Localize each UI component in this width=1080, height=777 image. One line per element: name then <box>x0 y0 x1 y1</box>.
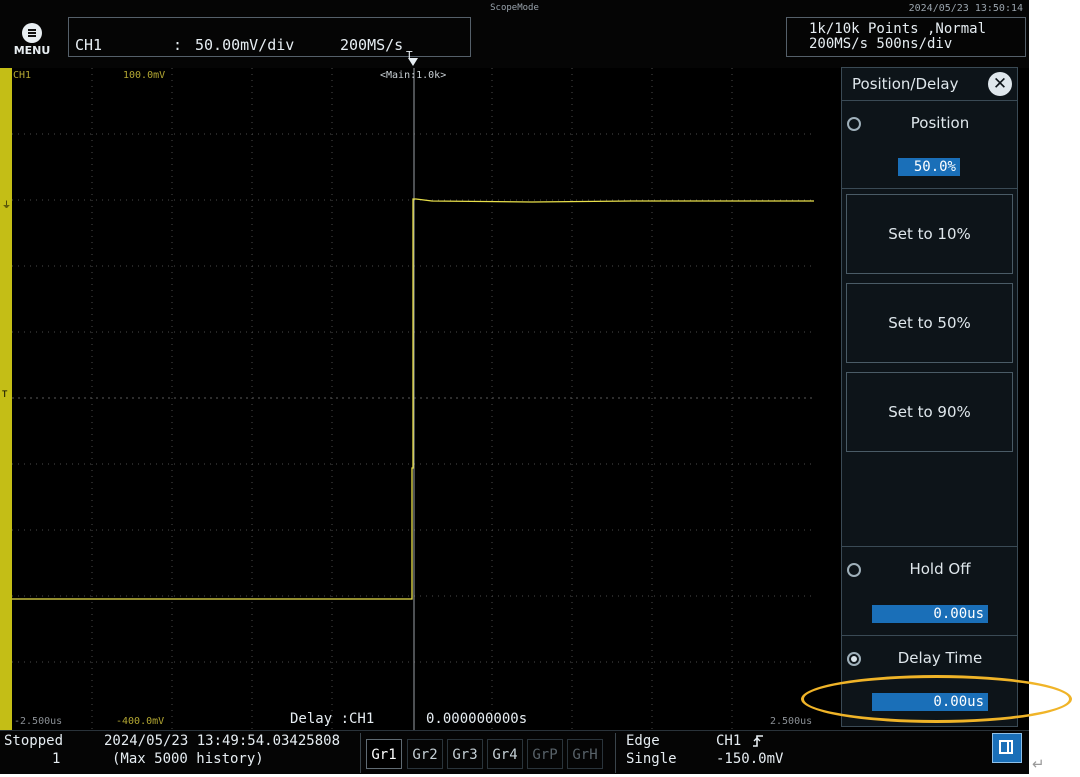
return-arrow-icon: ↵ <box>1032 755 1045 773</box>
grid-channel-label: CH1 <box>13 70 32 81</box>
delay-value: 0.000000000s <box>426 711 528 727</box>
rising-edge-icon <box>753 735 763 747</box>
ground-level-icon: ⏚ <box>2 201 12 211</box>
waveform-grid[interactable] <box>12 68 814 730</box>
position-value[interactable]: 50.0% <box>898 158 960 176</box>
set-to-90-button[interactable]: Set to 90% <box>846 372 1013 452</box>
set-to-10-button[interactable]: Set to 10% <box>846 194 1013 274</box>
group-tab-p[interactable]: GrP <box>527 739 563 769</box>
trigger-type[interactable]: Edge <box>626 733 660 749</box>
main-window-label: <Main:1.0k> <box>380 70 447 81</box>
trigger-arrow-icon <box>408 58 418 66</box>
volts-per-div: 50.00mV/div <box>195 36 295 54</box>
trigger-source: CH1 <box>716 733 742 749</box>
top-bar: ScopeMode 2024/05/23 13:50:14 MENU CH1 :… <box>0 0 1029 68</box>
position-radio[interactable] <box>847 117 861 131</box>
waveform-trace <box>12 198 814 600</box>
datetime: 2024/05/23 13:50:14 <box>908 3 1023 14</box>
acq-line-2: 200MS/s 500ns/div <box>809 36 953 52</box>
delay-time-label: Delay Time <box>897 649 983 667</box>
holdoff-radio[interactable] <box>847 563 861 577</box>
group-tab-3[interactable]: Gr3 <box>447 739 483 769</box>
position-delay-panel: Position/Delay ✕ Position 50.0% Set to 1… <box>841 67 1018 727</box>
holdoff-section[interactable]: Hold Off 0.00us <box>842 547 1017 636</box>
acq-line-1: 1k/10k Points ,Normal <box>809 21 987 37</box>
channel-colon: : <box>173 36 183 54</box>
position-section[interactable]: Position 50.0% <box>842 101 1017 189</box>
sample-rate: 200MS/s <box>340 36 404 54</box>
oscilloscope-screen: ScopeMode 2024/05/23 13:50:14 MENU CH1 :… <box>0 0 1029 774</box>
set-to-50-button[interactable]: Set to 50% <box>846 283 1013 363</box>
menu-icon <box>22 23 42 43</box>
channel-name: CH1 <box>75 36 103 54</box>
trigger-level-icon: T <box>2 390 8 400</box>
group-tab-4[interactable]: Gr4 <box>487 739 523 769</box>
run-status[interactable]: Stopped <box>4 733 63 749</box>
empty-section <box>842 458 1017 547</box>
group-tab-h[interactable]: GrH <box>567 739 603 769</box>
menu-button[interactable]: MENU <box>10 23 54 61</box>
holdoff-value[interactable]: 0.00us <box>872 605 988 623</box>
panel-header: Position/Delay ✕ <box>842 68 1017 101</box>
panel-toggle-icon[interactable] <box>992 733 1022 763</box>
trigger-mode[interactable]: Single <box>626 751 677 767</box>
status-bar: Stopped 1 2024/05/23 13:49:54.03425808 (… <box>0 730 1029 774</box>
annotation-highlight-ellipse <box>801 675 1072 723</box>
mode-title: ScopeMode <box>490 3 539 13</box>
panel-title: Position/Delay <box>852 75 959 93</box>
grid-scale-label: 100.0mV <box>123 70 166 81</box>
group-tab-2[interactable]: Gr2 <box>407 739 443 769</box>
acquisition-timestamp: 2024/05/23 13:49:54.03425808 <box>104 733 341 749</box>
left-time-label: -2.500us <box>14 716 63 727</box>
delay-label: Delay :CH1 <box>290 711 375 727</box>
bottom-voltage-label: -400.0mV <box>116 716 165 727</box>
acquisition-settings[interactable]: 1k/10k Points ,Normal 200MS/s 500ns/div <box>786 17 1026 57</box>
history-index: 1 <box>52 751 61 767</box>
history-note: (Max 5000 history) <box>112 751 264 767</box>
close-icon[interactable]: ✕ <box>988 72 1012 96</box>
trigger-level: -150.0mV <box>716 751 784 767</box>
holdoff-label: Hold Off <box>909 560 971 578</box>
right-time-label: 2.500us <box>770 716 813 727</box>
group-tab-1[interactable]: Gr1 <box>366 739 402 769</box>
delay-time-radio[interactable] <box>847 652 861 666</box>
menu-label: MENU <box>13 44 51 57</box>
position-label: Position <box>910 114 970 132</box>
